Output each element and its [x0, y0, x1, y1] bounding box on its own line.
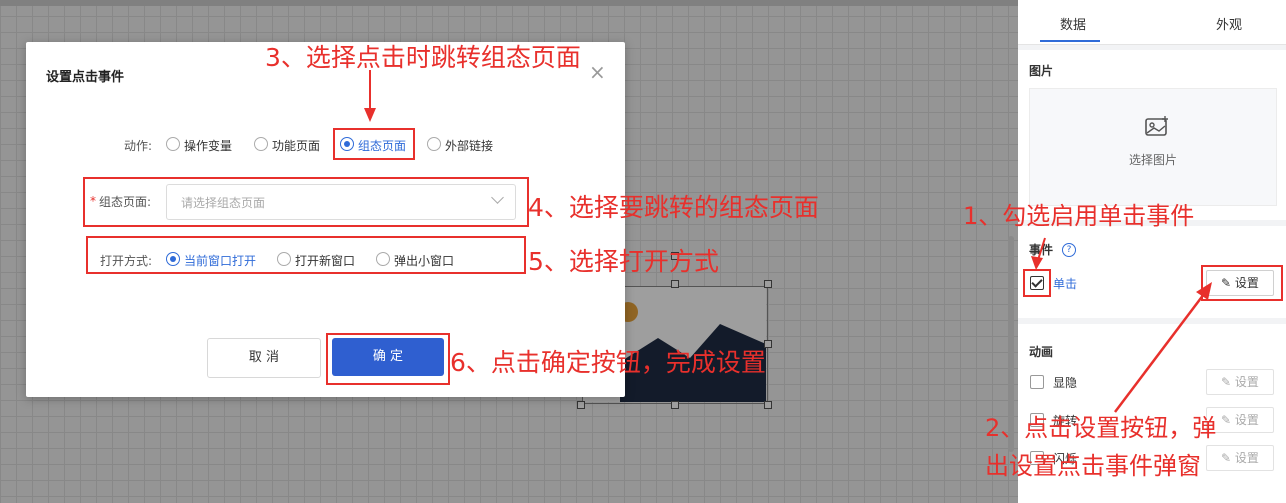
annotation-step2-line1: 2、点击设置按钮，弹 [985, 414, 1217, 442]
annotation-step2-line2: 出设置点击事件弹窗 [985, 452, 1201, 480]
annotation-step5: 5、选择打开方式 [528, 247, 719, 276]
annotation-step3: 3、选择点击时跳转组态页面 [265, 43, 581, 72]
annotation-step4: 4、选择要跳转的组态页面 [528, 193, 819, 222]
annotation-step1: 1、勾选启用单击事件 [963, 202, 1195, 230]
annotation-step6: 6、点击确定按钮，完成设置 [450, 348, 766, 377]
